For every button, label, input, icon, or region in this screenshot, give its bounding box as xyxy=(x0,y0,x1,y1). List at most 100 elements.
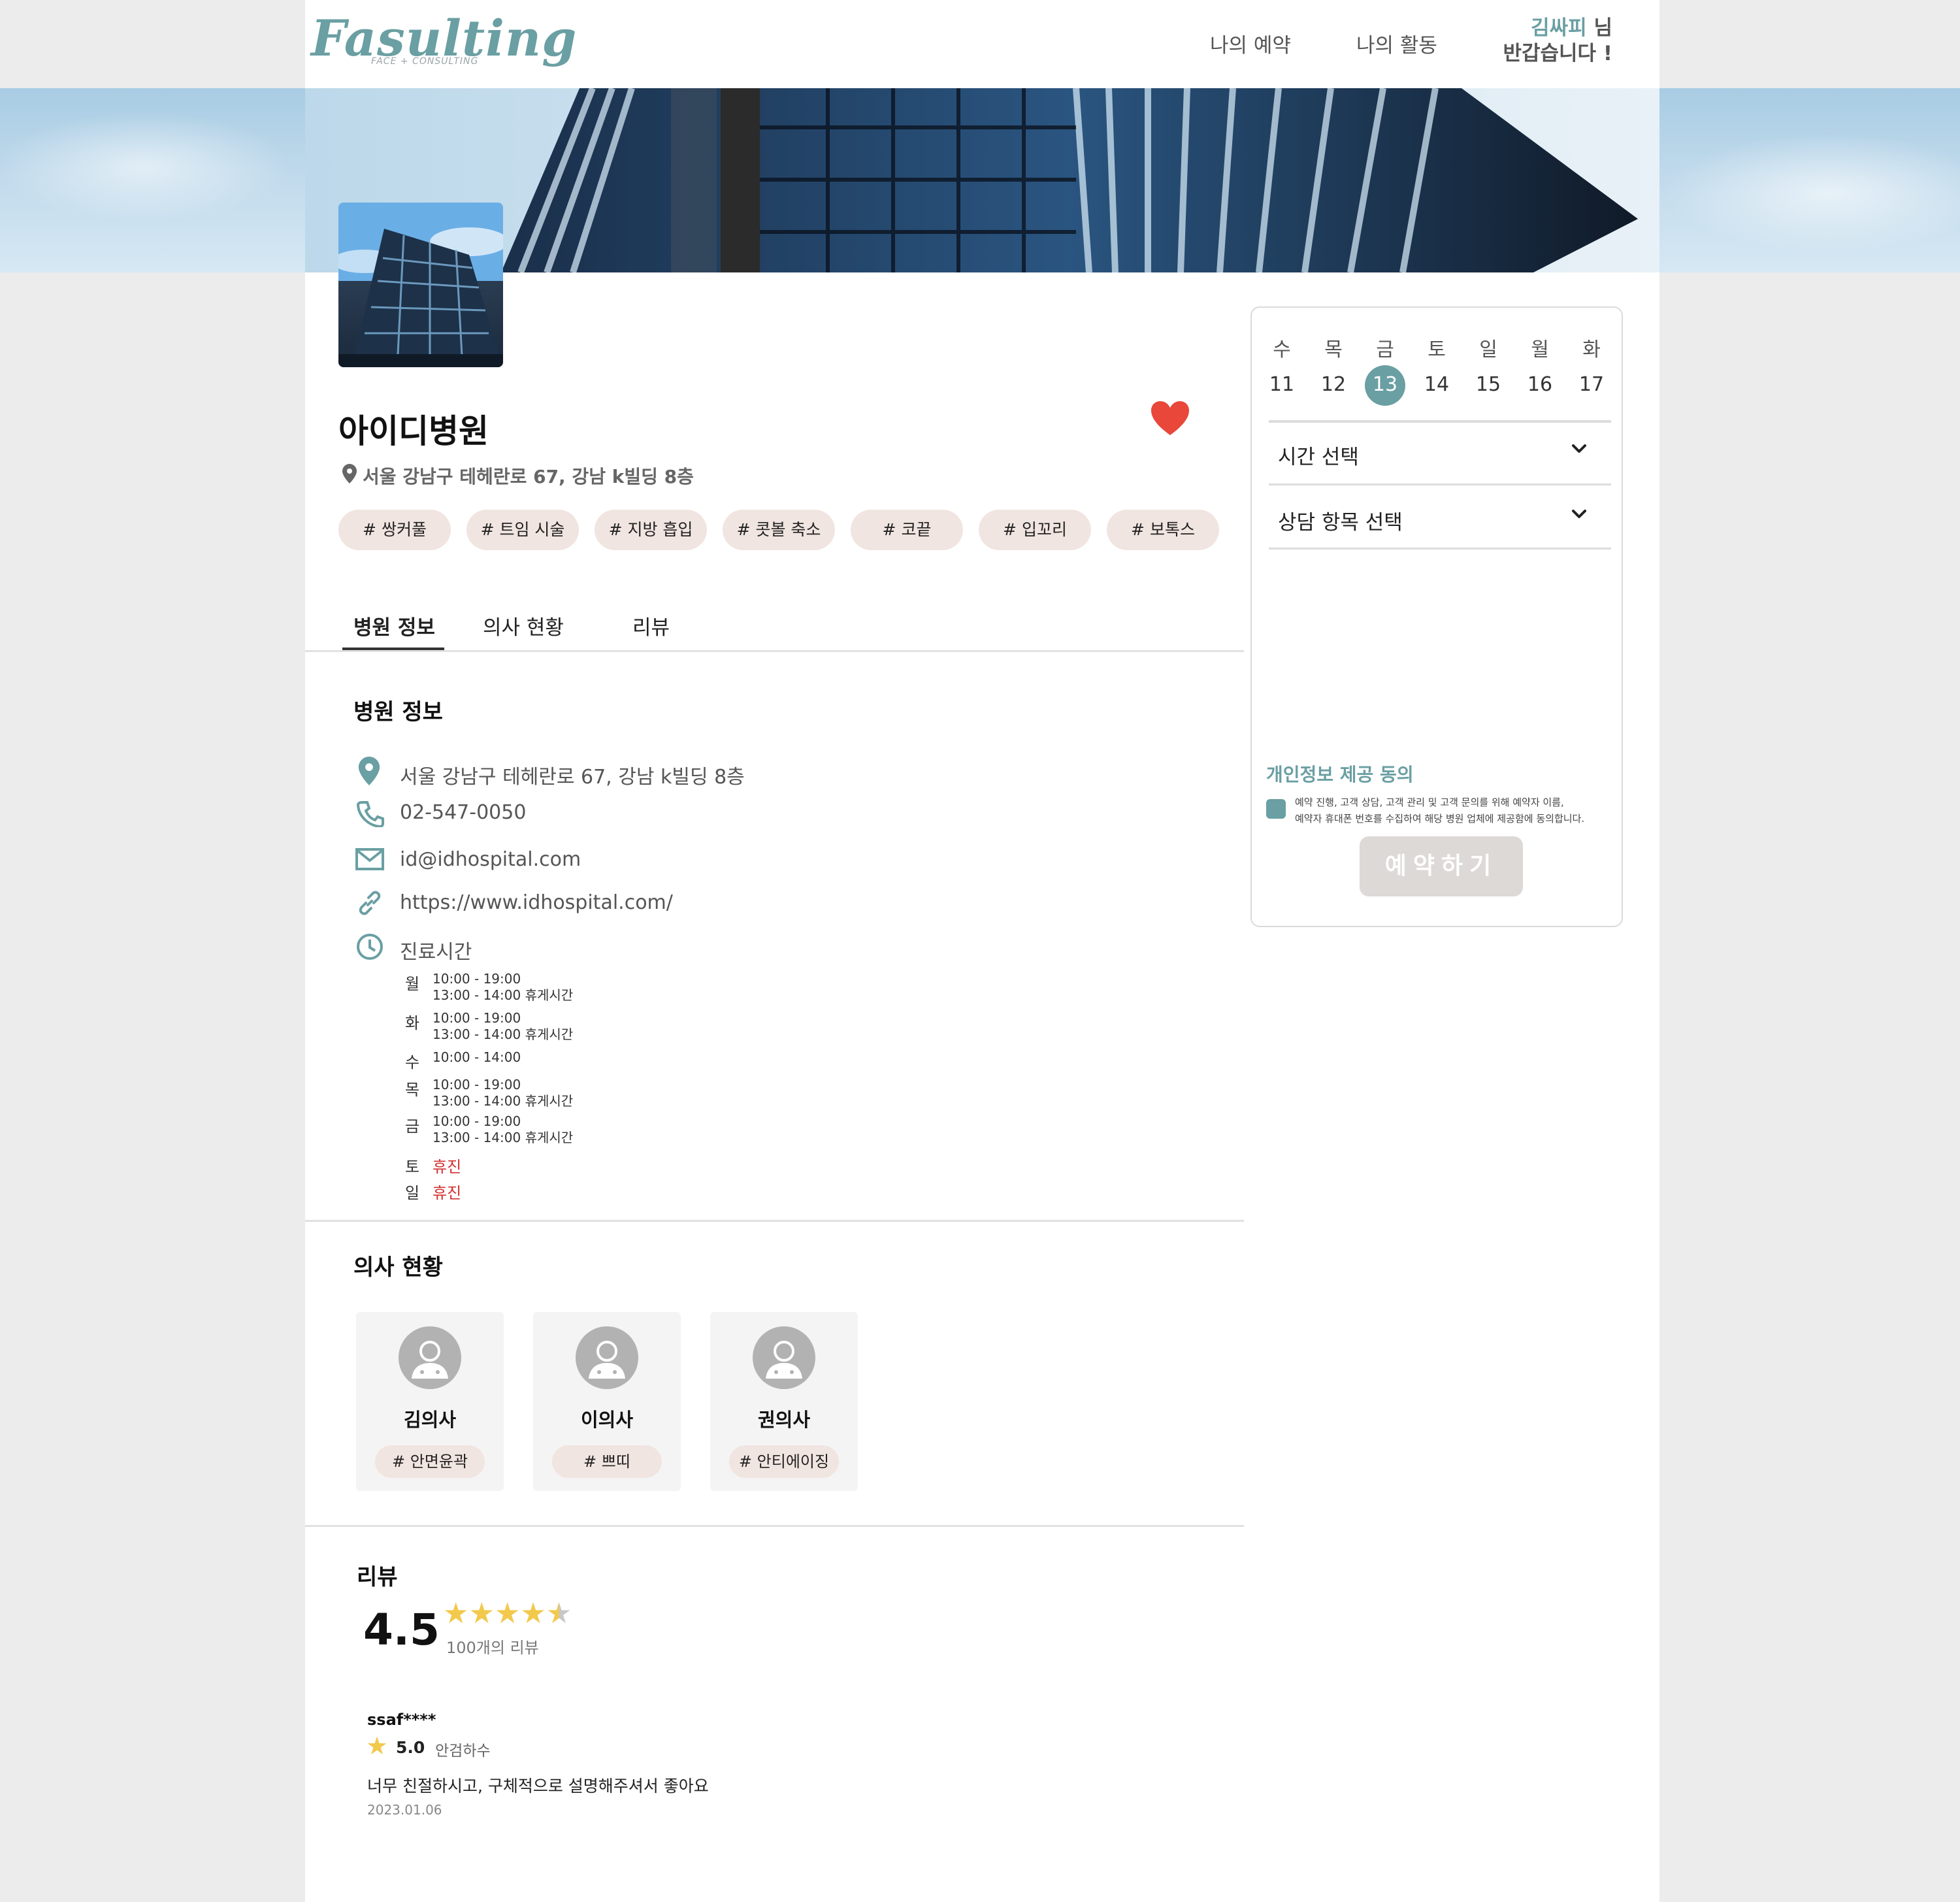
doctor-name: 권의사 xyxy=(757,1409,811,1431)
hospital-tag[interactable]: # 콧볼 축소 xyxy=(723,510,835,550)
review-text: 너무 친절하시고, 구체적으로 설명해주셔서 좋아요 xyxy=(367,1777,709,1795)
weekday-label: 월 xyxy=(1531,338,1549,361)
weekday-label: 화 xyxy=(1582,338,1601,361)
date-cell[interactable]: 11 xyxy=(1262,373,1301,396)
star-icon: ★ xyxy=(443,1597,469,1630)
chevron-down-icon xyxy=(1569,504,1589,527)
book-button[interactable]: 예약하기 xyxy=(1360,836,1523,896)
hospital-name: 아이디병원 xyxy=(338,412,489,450)
weekday-label: 목 xyxy=(1324,338,1343,361)
hours-day: 월 xyxy=(405,975,420,993)
clock-icon xyxy=(356,933,384,963)
doctor-card[interactable]: 이의사 # 쁘띠 xyxy=(533,1312,681,1491)
logo-subtitle: FACE + CONSULTING xyxy=(371,56,479,67)
user-name: 김싸피 xyxy=(1531,16,1587,40)
info-section-title: 병원 정보 xyxy=(353,699,443,725)
weekday-label: 토 xyxy=(1428,338,1446,361)
hospital-tag[interactable]: # 코끝 xyxy=(851,510,963,550)
hospital-tag[interactable]: # 쌍커풀 xyxy=(338,510,451,550)
hours-break: 13:00 - 14:00 휴게시간 xyxy=(433,987,574,1003)
hours-label: 진료시간 xyxy=(400,941,472,964)
date-cell[interactable]: 16 xyxy=(1520,373,1560,396)
hospital-tag[interactable]: # 지방 흡입 xyxy=(595,510,707,550)
nav-my-reservations[interactable]: 나의 예약 xyxy=(1210,29,1291,58)
address-pin-icon xyxy=(342,464,357,486)
info-address: 서울 강남구 테헤란로 67, 강남 k빌딩 8층 xyxy=(400,766,745,789)
hours-break: 13:00 - 14:00 휴게시간 xyxy=(433,1093,574,1109)
average-rating: 4.5 xyxy=(363,1605,440,1655)
star-icon: ★ xyxy=(468,1597,495,1630)
review-doctor-tag: 안검하수 xyxy=(435,1743,491,1760)
consent-title: 개인정보 제공 동의 xyxy=(1266,764,1414,785)
info-website[interactable]: https://www.idhospital.com/ xyxy=(400,891,673,914)
date-cell-selected[interactable]: 13 xyxy=(1365,373,1405,396)
doctor-tag: # 안면윤곽 xyxy=(375,1445,485,1478)
half-star-icon: ★ xyxy=(546,1597,572,1630)
chevron-down-icon xyxy=(1569,439,1589,461)
hours-day: 목 xyxy=(405,1081,420,1099)
section-divider xyxy=(305,1220,1244,1222)
tab-reviews[interactable]: 리뷰 xyxy=(632,611,670,640)
hours-day: 토 xyxy=(405,1158,420,1176)
tabs-divider xyxy=(305,650,1244,652)
tab-doctors[interactable]: 의사 현황 xyxy=(483,611,564,640)
hours-open: 10:00 - 19:00 xyxy=(433,1077,521,1092)
date-cell[interactable]: 14 xyxy=(1417,373,1456,396)
hours-day: 일 xyxy=(405,1184,420,1202)
hours-day: 금 xyxy=(405,1117,420,1136)
info-phone[interactable]: 02-547-0050 xyxy=(400,801,526,824)
weekday-label: 수 xyxy=(1273,338,1291,361)
hours-time: 10:00 - 19:00 13:00 - 14:00 휴게시간 xyxy=(433,1077,573,1109)
rating-stars: ★★★★★ xyxy=(443,1597,572,1630)
doctor-card[interactable]: 김의사 # 안면윤곽 xyxy=(356,1312,504,1491)
hospital-thumbnail xyxy=(338,203,503,367)
doctor-name: 이의사 xyxy=(580,1409,634,1431)
review-star-icon: ★ xyxy=(366,1731,389,1760)
hours-open: 10:00 - 19:00 xyxy=(433,1010,521,1026)
reviewer-name: ssaf**** xyxy=(367,1711,436,1729)
hours-closed: 휴진 xyxy=(433,1158,462,1176)
time-select-label: 시간 선택 xyxy=(1278,446,1359,469)
doctor-avatar-icon xyxy=(399,1326,461,1389)
review-score: 5.0 xyxy=(396,1738,425,1757)
hours-open: 10:00 - 19:00 xyxy=(433,971,521,987)
star-icon: ★ xyxy=(520,1597,546,1630)
date-cell[interactable]: 17 xyxy=(1572,373,1611,396)
user-greeting[interactable]: 김싸피 님 반갑습니다 ! xyxy=(1477,16,1612,67)
review-count: 100개의 리뷰 xyxy=(446,1639,539,1657)
consult-item-dropdown[interactable]: 상담 항목 선택 xyxy=(1269,495,1611,549)
link-icon xyxy=(357,890,383,919)
nav-my-activity[interactable]: 나의 활동 xyxy=(1356,29,1437,58)
doctor-card[interactable]: 권의사 # 안티에이징 xyxy=(710,1312,858,1491)
greeting-text: 반갑습니다 ! xyxy=(1503,42,1612,65)
date-cell[interactable]: 12 xyxy=(1314,373,1353,396)
info-email[interactable]: id@idhospital.com xyxy=(400,848,581,871)
hours-time: 10:00 - 19:00 13:00 - 14:00 휴게시간 xyxy=(433,1010,573,1043)
building-banner-image xyxy=(501,88,1638,272)
hours-time: 10:00 - 14:00 xyxy=(433,1049,521,1066)
time-select-dropdown[interactable]: 시간 선택 xyxy=(1269,431,1611,485)
hours-day: 수 xyxy=(405,1053,420,1072)
hours-time: 10:00 - 19:00 13:00 - 14:00 휴게시간 xyxy=(433,1113,573,1146)
doctor-tag: # 쁘띠 xyxy=(552,1445,662,1478)
review-date: 2023.01.06 xyxy=(367,1802,442,1818)
doctor-name: 김의사 xyxy=(403,1409,457,1431)
hours-open: 10:00 - 14:00 xyxy=(433,1049,521,1065)
section-divider xyxy=(305,1525,1244,1527)
hospital-banner xyxy=(305,88,1659,272)
favorite-heart-icon[interactable] xyxy=(1151,401,1189,439)
hours-open: 10:00 - 19:00 xyxy=(433,1113,521,1129)
hospital-address: 서울 강남구 테헤란로 67, 강남 k빌딩 8층 xyxy=(363,466,694,487)
date-cell[interactable]: 15 xyxy=(1469,373,1508,396)
tab-hospital-info[interactable]: 병원 정보 xyxy=(353,611,435,640)
weekday-label: 금 xyxy=(1376,338,1394,361)
hospital-tag[interactable]: # 트임 시술 xyxy=(466,510,579,550)
hospital-tag[interactable]: # 보톡스 xyxy=(1107,510,1219,550)
logo[interactable]: Fasulting FACE + CONSULTING xyxy=(311,9,577,68)
hours-closed: 휴진 xyxy=(433,1184,462,1202)
phone-icon xyxy=(356,800,384,830)
hospital-tag[interactable]: # 입꼬리 xyxy=(979,510,1091,550)
hours-break: 13:00 - 14:00 휴게시간 xyxy=(433,1130,574,1145)
email-icon xyxy=(355,848,384,873)
consent-checkbox[interactable] xyxy=(1266,799,1286,819)
